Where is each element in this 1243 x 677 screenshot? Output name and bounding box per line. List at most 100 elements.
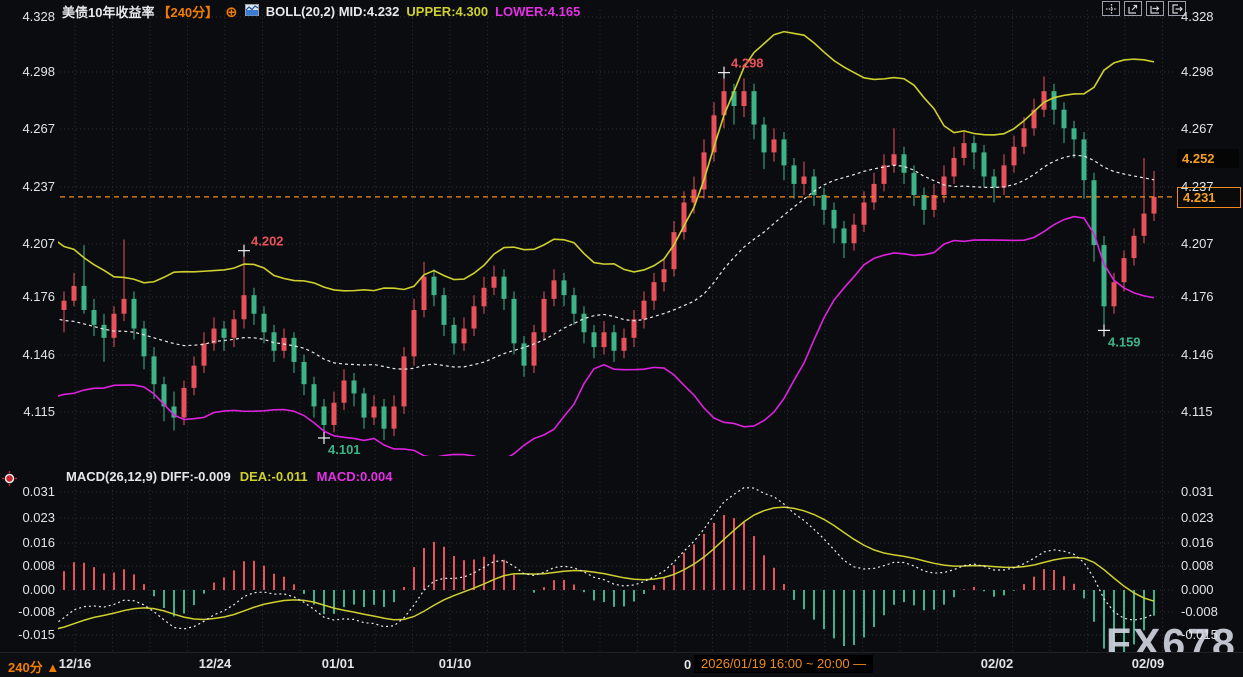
date-label: 12/24 <box>180 656 250 671</box>
candles-layer <box>52 73 1157 440</box>
macd-header: MACD(26,12,9) DIFF:-0.009 DEA:-0.011 MAC… <box>66 469 393 484</box>
candle-body <box>452 325 457 344</box>
price-axis-label-left: 4.298 <box>0 65 55 79</box>
candle-body <box>992 176 997 187</box>
price-axis-label-right: 4.298 <box>1181 65 1214 79</box>
macd-diff-line <box>0 488 1154 641</box>
price-axis-label-left: 4.115 <box>0 405 55 419</box>
candle-body <box>552 280 557 299</box>
price-axis-label-left: 4.146 <box>0 348 55 362</box>
chart-style-icon[interactable] <box>245 4 259 19</box>
candle-body <box>1052 91 1057 110</box>
price-axis-label-left: 4.176 <box>0 290 55 304</box>
candle-body <box>902 154 907 173</box>
date-label: 12/16 <box>40 656 110 671</box>
candle-body <box>412 310 417 356</box>
candle-body <box>1002 165 1007 187</box>
candle-body <box>802 176 807 183</box>
swing-marker-label: 4.101 <box>328 442 361 457</box>
candle-body <box>952 158 957 177</box>
candle-body <box>142 329 147 357</box>
candle-body <box>482 288 487 307</box>
macd-axis-label-left: -0.015 <box>0 628 55 642</box>
boll-upper-line <box>0 32 1154 291</box>
candle-body <box>672 232 677 269</box>
candle-body <box>232 319 237 338</box>
zoom-window-icon[interactable] <box>1124 1 1142 16</box>
date-label: 01/10 <box>420 656 490 671</box>
macd-axis-label-left: 0.031 <box>0 485 55 499</box>
price-axis-label-left: 4.207 <box>0 237 55 251</box>
candle-body <box>1012 147 1017 166</box>
candle-body <box>512 299 517 344</box>
macd-axis-label-right: 0.000 <box>1181 583 1214 597</box>
candle-body <box>1122 258 1127 282</box>
grid-layer <box>60 10 1174 651</box>
macd-axis-label-right: -0.008 <box>1181 605 1218 619</box>
candle-body <box>572 295 577 314</box>
candlestick-chart[interactable]: 4.2984.2024.1014.159 <box>0 0 1243 677</box>
macd-axis-label-left: 0.008 <box>0 559 55 573</box>
instrument-title: 美债10年收益率 <box>62 2 154 21</box>
candle-body <box>982 152 987 176</box>
interval-tag: 【240分】 <box>157 2 218 21</box>
price-axis-label-right: 4.207 <box>1181 237 1214 251</box>
date-label-remnant: 0 <box>684 657 691 672</box>
macd-axis-label-left: 0.023 <box>0 511 55 525</box>
candle-body <box>532 332 537 365</box>
candle-body <box>442 295 447 325</box>
candle-body <box>1072 128 1077 139</box>
macd-axis-label-left: -0.008 <box>0 605 55 619</box>
candle-body <box>592 332 597 347</box>
dea-legend: DEA:-0.011 <box>240 469 308 484</box>
candle-body <box>752 91 757 124</box>
candle-body <box>322 406 327 425</box>
candle-body <box>222 329 227 338</box>
candle-body <box>912 173 917 195</box>
price-axis-label-right: 4.328 <box>1181 10 1214 24</box>
candle-body <box>492 277 497 288</box>
swing-marker-label: 4.202 <box>251 234 284 249</box>
pan-right-icon[interactable] <box>1146 1 1164 16</box>
candle-body <box>882 165 887 184</box>
candle-body <box>522 343 527 365</box>
macd-axis-label-left: 0.000 <box>0 583 55 597</box>
candle-body <box>502 277 507 299</box>
candle-body <box>662 269 667 282</box>
candle-body <box>82 286 87 310</box>
date-label: 02/02 <box>962 656 1032 671</box>
candle-body <box>622 338 627 351</box>
candle-body <box>202 343 207 365</box>
candle-body <box>372 406 377 417</box>
candle-body <box>812 176 817 195</box>
candle-body <box>1082 139 1087 180</box>
candle-body <box>1112 282 1117 306</box>
candle-body <box>1142 214 1147 236</box>
chart-header: 美债10年收益率 【240分】 ⊕ BOLL(20,2) MID:4.232 U… <box>62 2 580 21</box>
candle-body <box>1102 245 1107 306</box>
macd-layer <box>0 488 1154 658</box>
candle-body <box>472 306 477 328</box>
candle-body <box>1022 128 1027 147</box>
add-indicator-icon[interactable]: ⊕ <box>225 3 238 21</box>
price-axis-label-right: 4.267 <box>1181 122 1214 136</box>
candle-body <box>972 143 977 152</box>
macd-value-legend: MACD:0.004 <box>317 469 393 484</box>
price-axis-label-right: 4.237 <box>1181 180 1214 194</box>
boll-layer <box>0 32 1154 462</box>
candle-body <box>652 282 657 301</box>
price-axis-label-right: 4.176 <box>1181 290 1214 304</box>
macd-axis-label-right: 0.008 <box>1181 559 1214 573</box>
crosshair-date-readout: 2026/01/19 16:00 ~ 20:00 — <box>694 655 873 673</box>
price-axis-label-left: 4.237 <box>0 180 55 194</box>
boll-lower-legend: LOWER:4.165 <box>495 4 580 19</box>
candle-body <box>462 329 467 344</box>
candle-body <box>182 388 187 418</box>
macd-axis-label-left: 0.016 <box>0 536 55 550</box>
candle-body <box>842 228 847 243</box>
candle-body <box>312 384 317 406</box>
move-icon[interactable] <box>1102 1 1120 16</box>
candle-body <box>612 332 617 351</box>
candle-body <box>362 393 367 417</box>
candle-body <box>642 301 647 320</box>
